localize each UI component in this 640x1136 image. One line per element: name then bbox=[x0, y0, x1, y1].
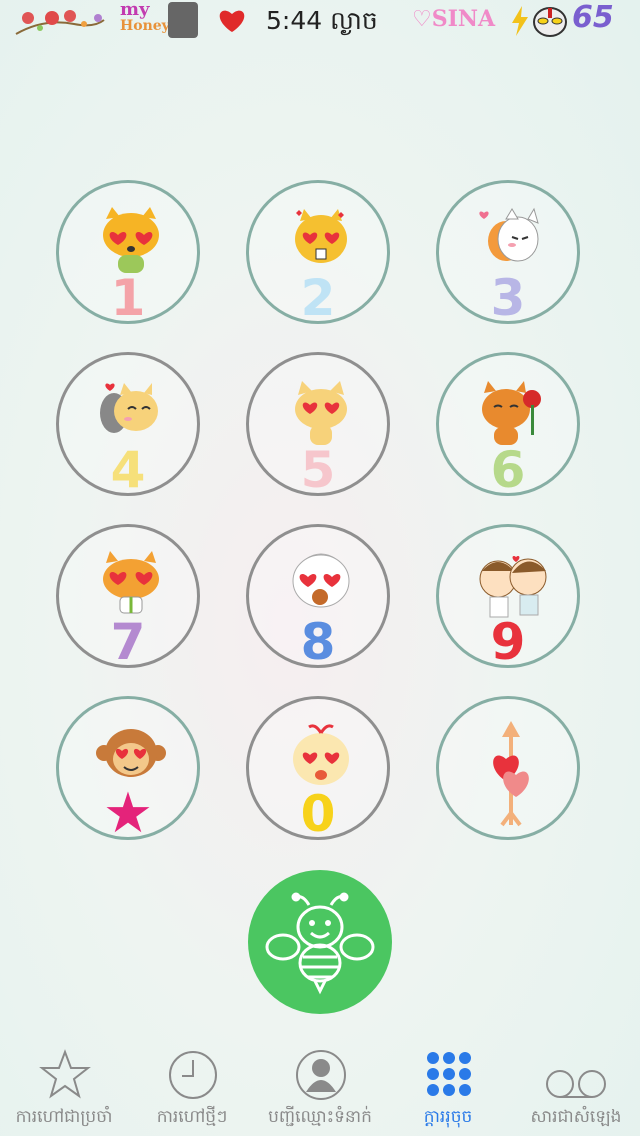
battery-level: 65 bbox=[572, 0, 614, 35]
voicemail-icon bbox=[546, 1070, 606, 1098]
key-digit: 8 bbox=[300, 613, 336, 671]
tab-bar: ការហៅជាប្រចាំ ការហៅថ្មីៗ បញ្ជីឈ្មោះទំនាក… bbox=[0, 1040, 640, 1136]
keypad-key-3[interactable]: 3 bbox=[436, 180, 580, 324]
tab-label: ការហៅថ្មីៗ bbox=[156, 1107, 228, 1127]
tab-label: ការហៅជាប្រចាំ bbox=[15, 1107, 113, 1127]
keypad-key-2[interactable]: 2 bbox=[246, 180, 390, 324]
star-icon bbox=[39, 1049, 91, 1099]
keypad-key-9[interactable]: 9 bbox=[436, 524, 580, 668]
bolt-icon bbox=[512, 6, 528, 36]
tab-label: បញ្ជីឈ្មោះទំនាក់ bbox=[268, 1107, 372, 1127]
call-button[interactable] bbox=[248, 870, 392, 1014]
tab-favorites[interactable]: ការហៅជាប្រចាំ bbox=[0, 1040, 128, 1136]
tab-keypad[interactable]: ក្ដាររុចុច bbox=[384, 1040, 512, 1136]
keypad-key-1[interactable]: 1 bbox=[56, 180, 200, 324]
my-honey-sticker: my Honey bbox=[120, 0, 170, 35]
tab-contacts[interactable]: បញ្ជីឈ្មោះទំនាក់ bbox=[256, 1040, 384, 1136]
bun-heart-eyes-icon bbox=[292, 553, 350, 608]
keypad-key-4[interactable]: 4 bbox=[56, 352, 200, 496]
keypad-key-backspace[interactable] bbox=[436, 696, 580, 840]
birds-icon bbox=[15, 10, 105, 35]
status-time: 5:44 ល្ងាច bbox=[266, 6, 378, 35]
sina-sticker: ♡SINA bbox=[412, 6, 496, 32]
keypad-key-0[interactable]: 0 bbox=[246, 696, 390, 840]
key-digit: 3 bbox=[490, 269, 526, 327]
key-digit: 4 bbox=[110, 441, 146, 499]
tiger-with-gift-icon bbox=[103, 551, 159, 614]
keypad-key-star[interactable]: ★ bbox=[56, 696, 200, 846]
hamster-heart-eyes-icon bbox=[295, 209, 347, 263]
key-digit: 9 bbox=[490, 613, 526, 671]
tab-label: ក្ដាររុចុច bbox=[423, 1107, 473, 1127]
key-digit: 5 bbox=[300, 441, 336, 499]
key-digit: 7 bbox=[110, 613, 146, 671]
clock-icon bbox=[169, 1051, 217, 1099]
key-digit: 0 bbox=[300, 785, 336, 843]
status-bar: my Honey 5:44 ល្ងាច ♡SINA 65 bbox=[0, 0, 640, 44]
bee-icon bbox=[265, 892, 375, 995]
tab-recents[interactable]: ការហៅថ្មីៗ bbox=[128, 1040, 256, 1136]
tiger-heart-eyes-icon bbox=[103, 207, 159, 273]
tab-label: សារជាសំឡេង bbox=[530, 1107, 622, 1127]
cat-heart-eyes-icon bbox=[295, 381, 347, 445]
contact-icon bbox=[296, 1050, 346, 1100]
tab-voicemail[interactable]: សារជាសំឡេង bbox=[512, 1040, 640, 1136]
ultraman-icon bbox=[533, 7, 567, 37]
key-digit: 2 bbox=[300, 269, 336, 327]
key-digit: 1 bbox=[110, 269, 146, 327]
tiger-with-rose-icon bbox=[482, 381, 541, 445]
keypad-key-7[interactable]: 7 bbox=[56, 524, 200, 668]
sprout-heart-eyes-icon bbox=[293, 724, 349, 785]
key-digit: ★ bbox=[102, 781, 154, 846]
cats-hugging-icon bbox=[100, 383, 158, 433]
keypad-key-8[interactable]: 8 bbox=[246, 524, 390, 668]
heart-icon bbox=[219, 10, 245, 32]
key-digit: 6 bbox=[490, 441, 526, 499]
kitten-blushing-icon bbox=[479, 207, 539, 262]
keypad-key-6[interactable]: 6 bbox=[436, 352, 580, 496]
keypad-key-5[interactable]: 5 bbox=[246, 352, 390, 496]
couple-kissing-icon bbox=[479, 555, 547, 618]
avatar bbox=[168, 2, 198, 38]
keypad-icon bbox=[427, 1052, 471, 1096]
hearts-arrow-icon bbox=[493, 721, 529, 827]
